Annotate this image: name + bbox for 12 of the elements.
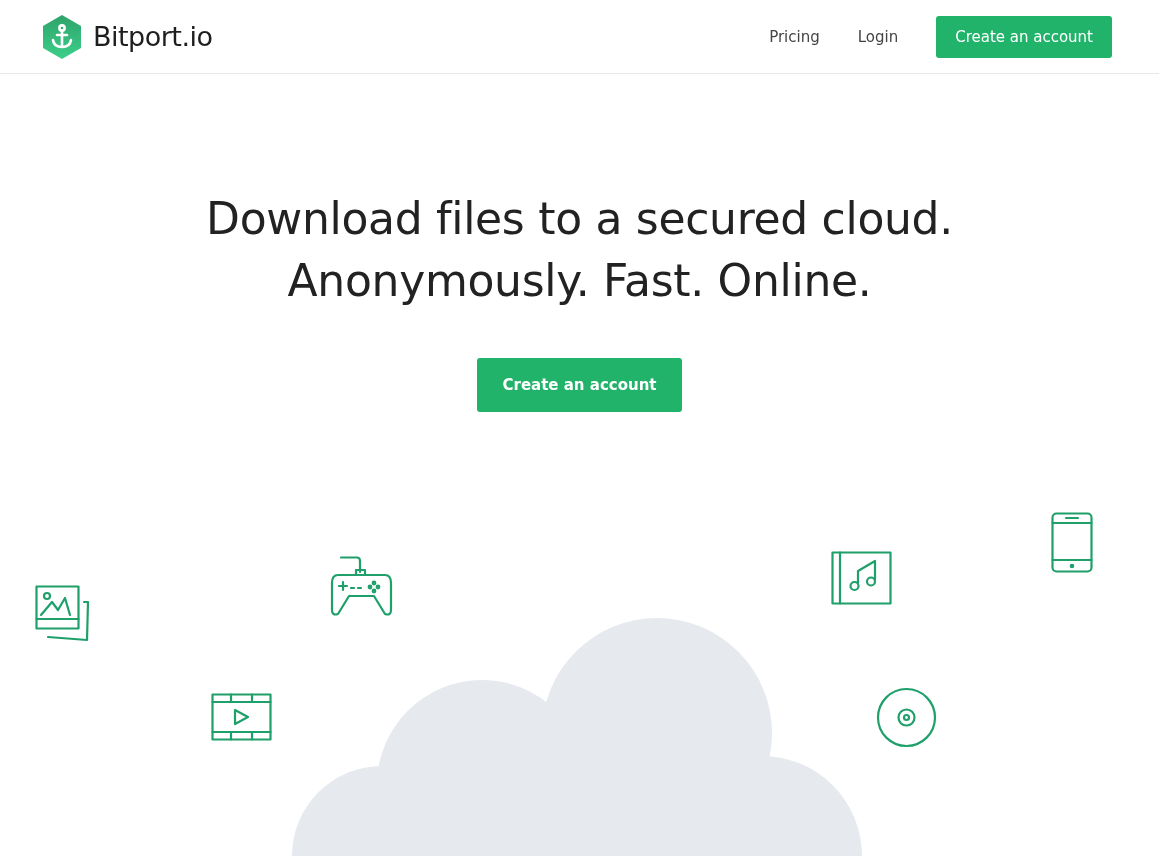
film-strip-icon bbox=[211, 693, 272, 741]
music-album-icon bbox=[831, 551, 892, 605]
headline: Download files to a secured cloud. bbox=[206, 192, 953, 246]
gamepad-icon bbox=[330, 556, 393, 618]
brand-name: Bitport.io bbox=[93, 21, 213, 52]
disc-icon bbox=[876, 687, 937, 748]
pictures-icon bbox=[35, 585, 92, 642]
headline: Anonymously. Fast. Online. bbox=[287, 254, 872, 308]
nav-link[interactable]: Pricing bbox=[769, 27, 820, 46]
smartphone-icon bbox=[1051, 512, 1093, 573]
nav-link[interactable]: Login bbox=[857, 27, 899, 46]
anchor-logo-icon bbox=[41, 13, 83, 60]
